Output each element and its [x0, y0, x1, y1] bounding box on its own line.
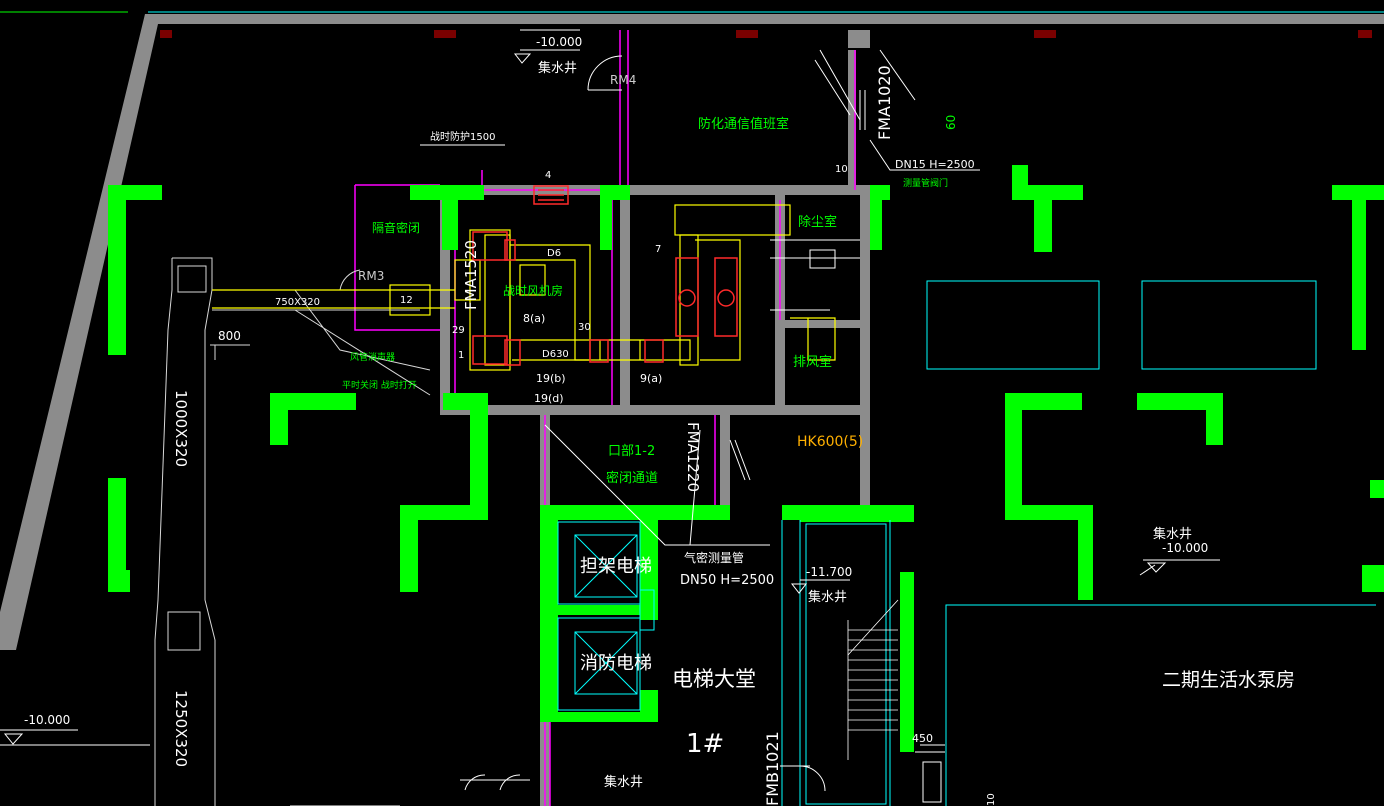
dim-800: 800 — [218, 329, 241, 343]
elev-1170: -11.700 — [806, 565, 852, 579]
sump-stair: 集水井 — [808, 589, 847, 605]
pump-room: 二期生活水泵房 — [1162, 669, 1295, 691]
rm4-label: RM4 — [610, 73, 636, 87]
num-29: 29 — [452, 325, 465, 336]
fma1220: FMA1220 — [684, 422, 702, 492]
corridor-a: 口部1-2 — [608, 444, 655, 459]
stretcher-lift: 担架电梯 — [580, 556, 652, 577]
num-1hash: 1# — [686, 729, 724, 759]
num-10: 10 — [835, 164, 848, 175]
duct-1250: 1250X320 — [172, 690, 190, 767]
num-12: 12 — [400, 295, 413, 306]
fan-room-label: 战时风机房 — [503, 283, 563, 298]
dim-450: 450 — [912, 732, 933, 745]
num-1: 1 — [458, 350, 464, 361]
fire-lift: 消防电梯 — [580, 653, 652, 674]
num-9a: 9(a) — [640, 372, 662, 385]
dn15-label: DN15 H=2500 — [895, 158, 975, 171]
elev-left: -10.000 — [24, 713, 70, 727]
elev-top: -10.000 — [536, 35, 582, 49]
note-b: 平时关闭 战时打开 — [342, 379, 417, 391]
elev-right: -10.000 — [1162, 541, 1208, 555]
num-9d: 19(d) — [534, 392, 564, 405]
d6: D6 — [547, 248, 561, 259]
num-9b: 19(b) — [536, 372, 566, 385]
note-a: 风管消声器 — [350, 351, 395, 363]
hk600: HK600(5) — [797, 434, 863, 450]
fma1520-label: FMA1520 — [462, 240, 480, 310]
dust-room-label: 除尘室 — [798, 214, 837, 230]
dn15-note: 测量管阀门 — [903, 177, 948, 189]
cad-drawing-canvas[interactable]: -10.000 集水井 RM4 防化通信值班室 FMA1020 60 DN15 … — [0, 0, 1384, 806]
green-walls — [108, 165, 1384, 752]
duct-1000: 1000X320 — [172, 390, 190, 467]
valve-room: 隔音密闭 — [372, 220, 420, 235]
rm3-label: RM3 — [358, 269, 384, 283]
fma1020-label: FMA1020 — [875, 65, 894, 140]
num-4: 4 — [545, 170, 551, 181]
duct-750: 750X320 — [275, 297, 320, 308]
sump-right: 集水井 — [1153, 526, 1192, 542]
magenta-lines — [354, 30, 856, 806]
exhaust-room-label: 排风室 — [793, 354, 832, 370]
elev-dim-top: 60 — [944, 115, 958, 130]
lift-hall: 电梯大堂 — [672, 667, 756, 691]
dim-10: 10 — [986, 793, 997, 806]
duct-note: 战时防护1500 — [430, 130, 495, 143]
d630: D630 — [542, 349, 569, 360]
num-8a: 8(a) — [523, 312, 545, 325]
sump-top: 集水井 — [538, 60, 577, 76]
num-7: 7 — [655, 244, 661, 255]
white-ducts — [154, 257, 431, 806]
dn50: DN50 H=2500 — [680, 573, 774, 588]
num-30: 30 — [578, 322, 591, 333]
gas-pipe: 气密测量管 — [684, 550, 744, 565]
fmb1021: FMB1021 — [763, 731, 782, 806]
corridor-b: 密闭通道 — [606, 470, 658, 486]
sump-bottom: 集水井 — [604, 774, 643, 790]
civil-room-label: 防化通信值班室 — [698, 116, 789, 132]
